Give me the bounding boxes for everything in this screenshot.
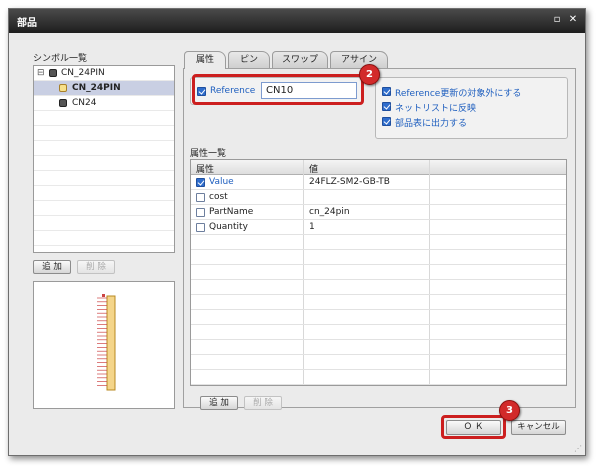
netlist-label: ネットリストに反映 — [395, 104, 477, 114]
attribute-name: Quantity — [209, 222, 248, 232]
symbol-preview — [33, 281, 175, 409]
window-title: 部品 — [17, 18, 37, 29]
table-row[interactable]: PartName cn_24pin — [191, 205, 566, 220]
exclude-reference-update-label: Reference更新の対象外にする — [395, 89, 522, 99]
attribute-add-button[interactable]: 追 加 — [200, 396, 238, 410]
reference-highlight — [192, 74, 364, 105]
resize-grip-icon[interactable]: ⋰ — [574, 444, 582, 453]
attribute-value[interactable]: 1 — [309, 222, 315, 232]
empty-row — [34, 201, 174, 216]
empty-row — [34, 216, 174, 231]
tab-assign[interactable]: アサイン — [330, 51, 388, 68]
symbol-item-label: CN24 — [72, 98, 97, 108]
ok-button[interactable]: Ｏ Ｋ — [446, 420, 501, 435]
attribute-table[interactable]: 属性 値 Value 24FLZ-SM2-GB-TB cost PartName… — [190, 159, 567, 386]
cancel-button[interactable]: キャンセル — [511, 420, 566, 435]
row-checkbox[interactable] — [196, 193, 205, 202]
exclude-reference-update-checkbox[interactable] — [382, 87, 391, 96]
callout-marker-2: 2 — [359, 64, 380, 85]
column-header-value: 値 — [309, 165, 319, 175]
table-row[interactable]: Quantity 1 — [191, 220, 566, 235]
symbol-delete-button[interactable]: 削 除 — [77, 260, 115, 274]
empty-row — [34, 171, 174, 186]
component-icon — [49, 69, 57, 77]
callout-marker-3: 3 — [499, 400, 520, 421]
attribute-value[interactable]: 24FLZ-SM2-GB-TB — [309, 177, 390, 187]
maximize-icon[interactable]: ▫ — [551, 13, 563, 27]
attribute-table-header: 属性 値 — [191, 160, 566, 175]
bom-output-label: 部品表に出力する — [395, 119, 468, 129]
symbol-item[interactable]: CN24 — [34, 96, 174, 111]
netlist-checkbox[interactable] — [382, 102, 391, 111]
symbol-list[interactable]: ⊟ CN_24PIN CN_24PIN CN24 — [33, 65, 175, 253]
row-checkbox[interactable] — [196, 208, 205, 217]
attribute-name: cost — [209, 192, 228, 202]
row-checkbox[interactable] — [196, 223, 205, 232]
symbol-list-title: シンボル一覧 — [33, 54, 88, 64]
attribute-delete-button[interactable]: 削 除 — [244, 396, 282, 410]
table-row[interactable]: cost — [191, 190, 566, 205]
attribute-name: Value — [209, 177, 234, 187]
attribute-value[interactable]: cn_24pin — [309, 207, 350, 217]
empty-row — [34, 186, 174, 201]
options-group: Reference更新の対象外にする ネットリストに反映 部品表に出力する — [375, 77, 568, 139]
close-icon[interactable]: ✕ — [567, 13, 579, 27]
tab-attributes[interactable]: 属性 — [184, 51, 226, 69]
symbol-add-button[interactable]: 追 加 — [33, 260, 71, 274]
table-row[interactable]: Value 24FLZ-SM2-GB-TB — [191, 175, 566, 190]
empty-row — [34, 231, 174, 246]
component-icon — [59, 84, 67, 92]
column-header-attribute: 属性 — [196, 165, 215, 175]
expander-icon[interactable]: ⊟ — [37, 68, 45, 78]
empty-row — [34, 126, 174, 141]
tab-swap[interactable]: スワップ — [272, 51, 328, 68]
component-icon — [59, 99, 67, 107]
tab-pins[interactable]: ピン — [228, 51, 270, 68]
attribute-list-title: 属性一覧 — [190, 149, 227, 159]
symbol-item-label: CN_24PIN — [61, 68, 105, 78]
symbol-item-label: CN_24PIN — [72, 83, 121, 93]
parts-dialog: 部品 ▫ ✕ シンボル一覧 ⊟ CN_24PIN CN_24PIN CN24 追… — [8, 8, 586, 456]
connector-preview-graphic — [97, 294, 116, 391]
title-bar[interactable]: 部品 ▫ ✕ — [9, 9, 585, 33]
empty-row — [34, 156, 174, 171]
symbol-item-root[interactable]: ⊟ CN_24PIN — [34, 66, 174, 81]
attributes-tab-panel: Reference CN10 Reference更新の対象外にする ネットリスト… — [183, 68, 576, 410]
row-checkbox[interactable] — [196, 178, 205, 187]
symbol-item-selected[interactable]: CN_24PIN — [34, 81, 174, 96]
bom-output-checkbox[interactable] — [382, 117, 391, 126]
attribute-name: PartName — [209, 207, 254, 217]
empty-row — [34, 111, 174, 126]
empty-row — [34, 141, 174, 156]
